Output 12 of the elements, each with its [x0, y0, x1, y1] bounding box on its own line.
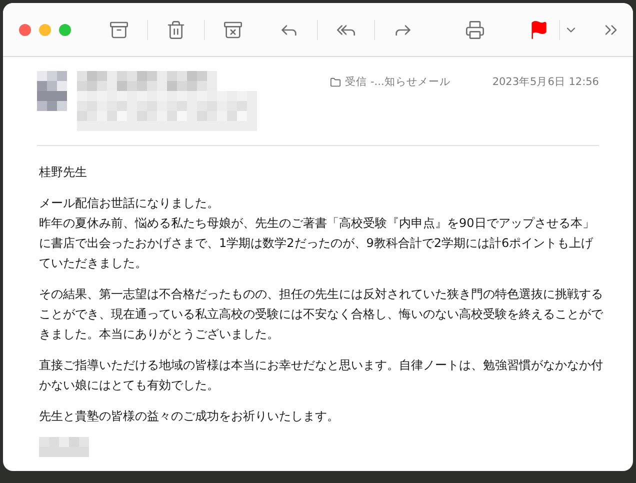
date-label: 2023年5月6日 12:56	[492, 75, 599, 90]
redacted-signature	[39, 437, 89, 457]
body-paragraph: その結果、第一志望は不合格だったものの、担任の先生には反対されていた狭き門の特色選抜に挑戦することができ、現在通っている私立高校の受験には不安なく合格し、悔いのない高校受験を終えることができました。本当にありがとうございました。	[39, 286, 604, 343]
body-paragraph: 昨年の夏休み前、悩める私たち母娘が、先生のご著書「高校受験『内申点』を90日でアップさせる本」に書店で出会ったおかげさまで、1学期は数学2だったのが、9教科合計で2学期には計6ポイントも上げていただきました。	[39, 215, 596, 272]
greeting: 桂野先生	[39, 164, 88, 181]
body-paragraph: 直接ご指導いただける地域の皆様は本当にお幸せだなと思います。自律ノートは、勉強習慣がなかなか付かない娘にはとても有効でした。	[39, 357, 604, 394]
redacted-avatar	[37, 71, 67, 111]
close-button[interactable]	[19, 24, 31, 36]
folder-icon	[330, 77, 342, 88]
mailbox-label: 受信 -...知らせメール	[345, 75, 450, 90]
body-paragraph: 先生と貴塾の皆様の益々のご成功をお祈りいたします。	[39, 408, 340, 425]
body-paragraph: メール配信お世話になりました。	[39, 195, 220, 212]
